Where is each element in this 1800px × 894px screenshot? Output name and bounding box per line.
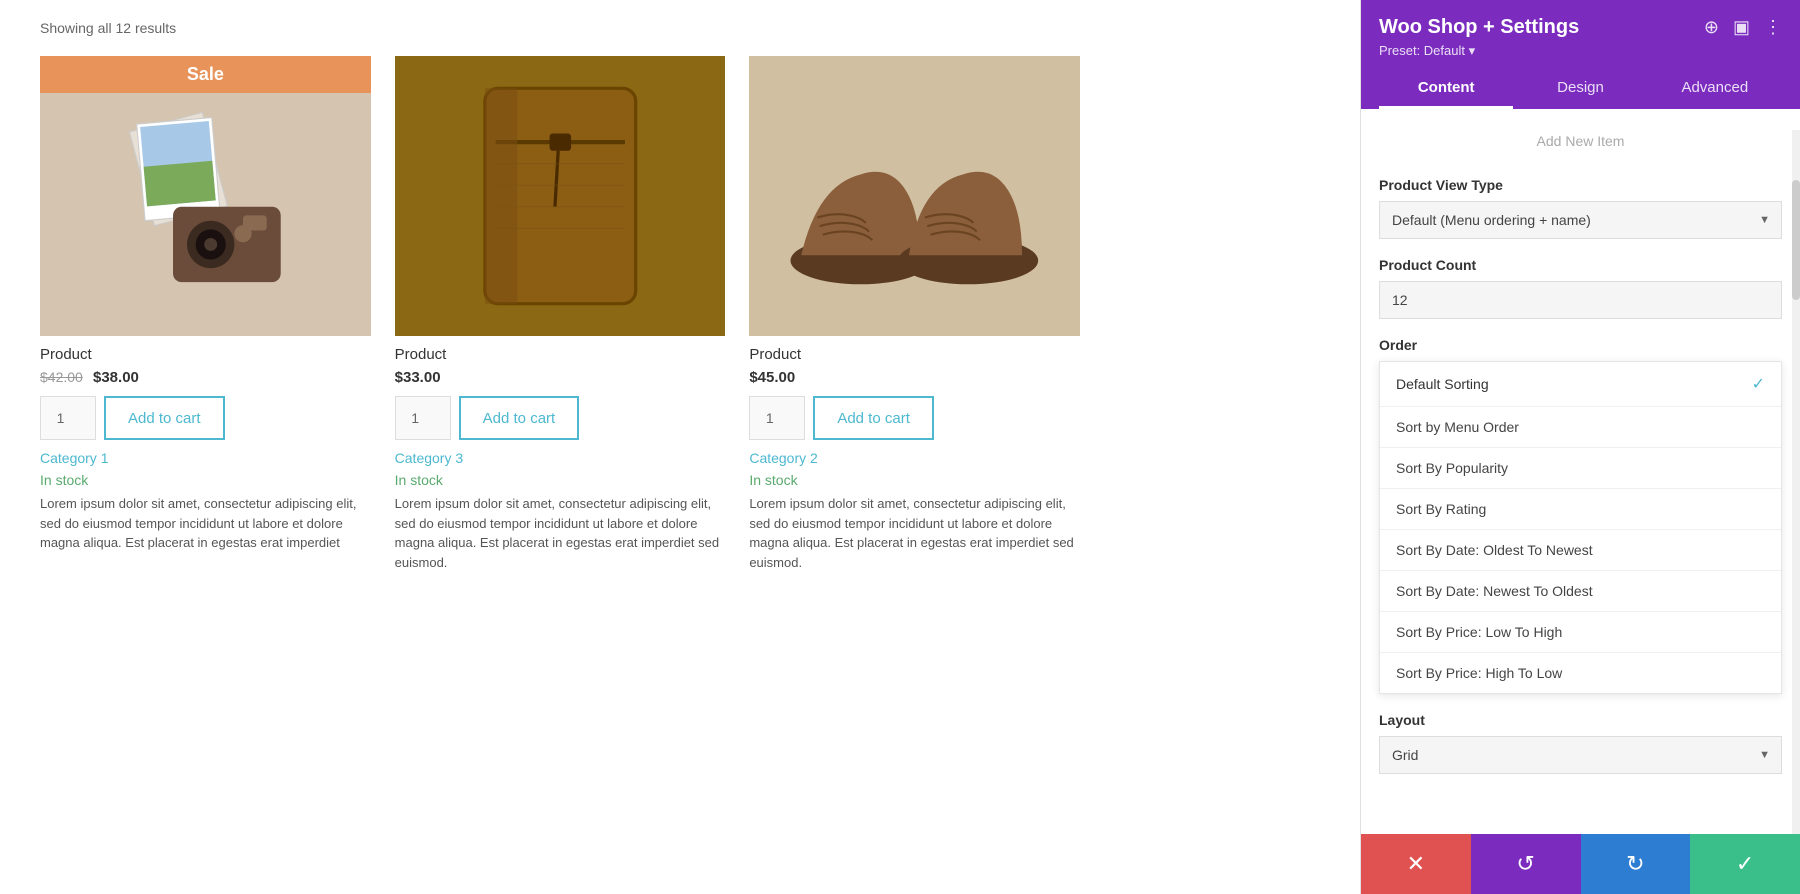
panel-title: Woo Shop + Settings <box>1379 16 1579 39</box>
product-view-type-wrap: Default (Menu ordering + name) <box>1379 201 1782 239</box>
order-option-popularity[interactable]: Sort By Popularity <box>1380 448 1781 489</box>
layout-wrap: Grid <box>1379 736 1782 774</box>
sale-badge: Sale <box>40 56 371 93</box>
product-info-3: Product $45.00 Add to cart Category 2 In… <box>749 336 1080 582</box>
tab-advanced[interactable]: Advanced <box>1648 69 1782 109</box>
panel-header: Woo Shop + Settings ⊕ ▣ ⋮ Preset: Defaul… <box>1361 0 1800 109</box>
order-dropdown: Default Sorting ✓ Sort by Menu Order Sor… <box>1379 361 1782 694</box>
cart-row-3: Add to cart <box>749 396 1080 440</box>
cart-row-2: Add to cart <box>395 396 726 440</box>
product-area: Showing all 12 results Sale <box>0 0 1360 894</box>
product-desc-2: Lorem ipsum dolor sit amet, consectetur … <box>395 494 726 572</box>
qty-input-3[interactable] <box>749 396 805 440</box>
preset-label[interactable]: Preset: Default <box>1379 43 1465 58</box>
scroll-thumb <box>1792 180 1800 300</box>
order-option-default-sorting[interactable]: Default Sorting ✓ <box>1380 362 1781 407</box>
product-image-2: New <box>395 56 726 336</box>
order-option-label: Sort by Menu Order <box>1396 419 1519 435</box>
product-name-2: Product <box>395 346 726 363</box>
order-option-label: Sort By Price: Low To High <box>1396 624 1562 640</box>
check-icon: ✓ <box>1752 374 1765 394</box>
product-price-1: $42.00 $38.00 <box>40 369 371 386</box>
category-link-2[interactable]: Category 3 <box>395 450 726 466</box>
add-to-cart-button-1[interactable]: Add to cart <box>104 396 225 440</box>
order-option-price-high[interactable]: Sort By Price: High To Low <box>1380 653 1781 693</box>
order-option-label: Default Sorting <box>1396 376 1489 392</box>
product-card: Sale <box>40 56 371 582</box>
product-grid: Sale <box>40 56 1080 582</box>
panel-footer: ✕ ↺ ↻ ✓ <box>1361 834 1800 894</box>
product-view-type-section: Product View Type Default (Menu ordering… <box>1379 177 1782 239</box>
cart-row-1: Add to cart <box>40 396 371 440</box>
order-option-label: Sort By Popularity <box>1396 460 1508 476</box>
undo-button[interactable]: ↺ <box>1471 834 1581 894</box>
panel-tabs: Content Design Advanced <box>1379 69 1782 109</box>
tab-design[interactable]: Design <box>1513 69 1647 109</box>
redo-button[interactable]: ↻ <box>1581 834 1691 894</box>
panel-header-icons: ⊕ ▣ ⋮ <box>1704 17 1782 38</box>
price-3: $45.00 <box>749 369 795 386</box>
product-price-2: $33.00 <box>395 369 726 386</box>
layout-select[interactable]: Grid <box>1379 736 1782 774</box>
order-option-date-oldest[interactable]: Sort By Date: Oldest To Newest <box>1380 530 1781 571</box>
order-section: Order Default Sorting ✓ Sort by Menu Ord… <box>1379 337 1782 694</box>
layout-label: Layout <box>1379 712 1782 728</box>
cancel-button[interactable]: ✕ <box>1361 834 1471 894</box>
product-card-3: New Product $45.00 Add to cart Category … <box>749 56 1080 582</box>
in-stock-2: In stock <box>395 472 726 488</box>
results-count: Showing all 12 results <box>40 20 1320 36</box>
product-name-1: Product <box>40 346 371 363</box>
settings-panel: Woo Shop + Settings ⊕ ▣ ⋮ Preset: Defaul… <box>1360 0 1800 894</box>
category-link-1[interactable]: Category 1 <box>40 450 371 466</box>
product-name-3: Product <box>749 346 1080 363</box>
order-option-price-low[interactable]: Sort By Price: Low To High <box>1380 612 1781 653</box>
product-count-label: Product Count <box>1379 257 1782 273</box>
product-view-type-label: Product View Type <box>1379 177 1782 193</box>
product-info-2: Product $33.00 Add to cart Category 3 In… <box>395 336 726 582</box>
add-to-cart-button-3[interactable]: Add to cart <box>813 396 934 440</box>
product-image-1: Sale <box>40 56 371 336</box>
panel-title-row: Woo Shop + Settings ⊕ ▣ ⋮ <box>1379 16 1782 39</box>
tab-content[interactable]: Content <box>1379 69 1513 109</box>
order-option-label: Sort By Date: Newest To Oldest <box>1396 583 1593 599</box>
product-image-3: New <box>749 56 1080 336</box>
add-new-item[interactable]: Add New Item <box>1379 125 1782 157</box>
product-info-1: Product $42.00 $38.00 Add to cart Catego… <box>40 336 371 563</box>
product-view-type-select[interactable]: Default (Menu ordering + name) <box>1379 201 1782 239</box>
preset-chevron[interactable]: ▾ <box>1469 43 1476 58</box>
in-stock-1: In stock <box>40 472 371 488</box>
qty-input-2[interactable] <box>395 396 451 440</box>
order-option-label: Sort By Rating <box>1396 501 1486 517</box>
layout-section: Layout Grid <box>1379 712 1782 774</box>
add-to-cart-button-2[interactable]: Add to cart <box>459 396 580 440</box>
panel-preset: Preset: Default ▾ <box>1379 43 1782 59</box>
save-button[interactable]: ✓ <box>1690 834 1800 894</box>
price-sale-1: $38.00 <box>93 369 139 386</box>
in-stock-3: In stock <box>749 472 1080 488</box>
qty-input-1[interactable] <box>40 396 96 440</box>
order-option-date-newest[interactable]: Sort By Date: Newest To Oldest <box>1380 571 1781 612</box>
price-2: $33.00 <box>395 369 441 386</box>
product-count-input[interactable] <box>1379 281 1782 319</box>
order-option-label: Sort By Price: High To Low <box>1396 665 1562 681</box>
order-option-label: Sort By Date: Oldest To Newest <box>1396 542 1593 558</box>
order-label: Order <box>1379 337 1782 353</box>
product-count-section: Product Count <box>1379 257 1782 319</box>
category-link-3[interactable]: Category 2 <box>749 450 1080 466</box>
product-desc-3: Lorem ipsum dolor sit amet, consectetur … <box>749 494 1080 572</box>
order-option-rating[interactable]: Sort By Rating <box>1380 489 1781 530</box>
layout-icon[interactable]: ▣ <box>1733 17 1750 38</box>
price-original-1: $42.00 <box>40 369 83 385</box>
order-option-menu-order[interactable]: Sort by Menu Order <box>1380 407 1781 448</box>
target-icon[interactable]: ⊕ <box>1704 17 1719 38</box>
product-card-2: New Product $33.00 Add to cart Category … <box>395 56 726 582</box>
product-price-3: $45.00 <box>749 369 1080 386</box>
scroll-indicator[interactable] <box>1792 130 1800 834</box>
product-desc-1: Lorem ipsum dolor sit amet, consectetur … <box>40 494 371 553</box>
panel-body: Add New Item Product View Type Default (… <box>1361 109 1800 834</box>
more-icon[interactable]: ⋮ <box>1764 17 1782 38</box>
